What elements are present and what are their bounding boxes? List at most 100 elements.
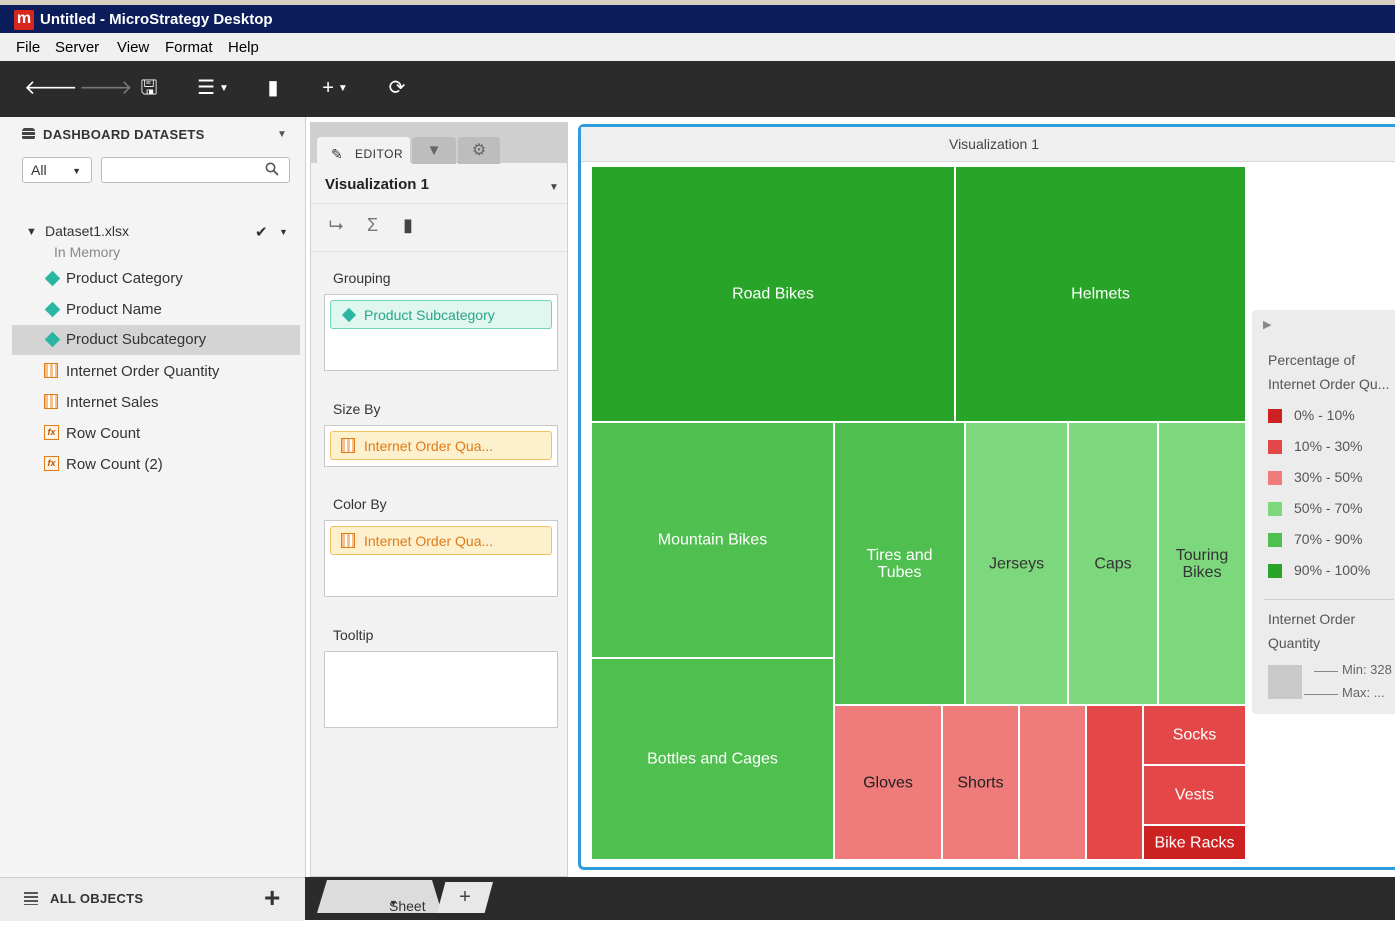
menu-help[interactable]: Help bbox=[228, 39, 259, 56]
tab-sheet-1[interactable]: Sheet 1 ▼ bbox=[317, 880, 442, 913]
tile-label: Bottles and Cages bbox=[647, 750, 778, 768]
legend-size-box bbox=[1268, 665, 1302, 699]
treemap-tile-mountain-bikes[interactable]: Mountain Bikes bbox=[591, 422, 834, 658]
undo-icon[interactable]: 🡐 bbox=[24, 73, 78, 103]
tile-label: Jerseys bbox=[988, 555, 1045, 572]
object-item-row-count[interactable]: fx Row Count bbox=[12, 419, 300, 449]
tile-label: Shorts bbox=[957, 774, 1004, 791]
size-by-label: Size By bbox=[333, 401, 381, 417]
menu-server[interactable]: Server bbox=[55, 39, 99, 56]
search-icon bbox=[265, 162, 279, 176]
object-item-internet-sales[interactable]: Internet Sales bbox=[12, 388, 300, 418]
size-by-pill[interactable]: Internet Order Qua... bbox=[330, 431, 552, 460]
visualization-menu-chevron-icon[interactable]: ▼ bbox=[549, 182, 559, 193]
treemap-tile-unlabeled[interactable] bbox=[1086, 705, 1143, 860]
tile-label: Gloves bbox=[863, 774, 913, 791]
legend-collapse-arrow-icon[interactable]: ▶ bbox=[1263, 318, 1271, 331]
legend-divider bbox=[1264, 599, 1394, 600]
add-object-plus-icon[interactable]: + bbox=[264, 882, 280, 914]
treemap-tile-shorts[interactable]: Shorts bbox=[942, 705, 1019, 860]
dataset-search-input[interactable] bbox=[101, 157, 290, 183]
expand-triangle-icon[interactable]: ▼ bbox=[26, 226, 37, 238]
treemap-tile-caps[interactable]: Caps bbox=[1068, 422, 1158, 705]
tab-editor[interactable]: ✎ EDITOR bbox=[317, 137, 410, 164]
treemap-tile-gloves[interactable]: Gloves bbox=[834, 705, 942, 860]
add-data-icon[interactable]: ☰ ▼ bbox=[190, 73, 236, 103]
color-by-label: Color By bbox=[333, 496, 387, 512]
legend-swatch bbox=[1268, 564, 1282, 578]
legend-size-title-line: Quantity bbox=[1268, 635, 1321, 651]
treemap-tile-road-bikes[interactable]: Road Bikes bbox=[591, 166, 955, 422]
all-objects-footer[interactable]: ALL OBJECTS + bbox=[0, 877, 305, 921]
datasets-panel: DASHBOARD DATASETS ▼ All ▼ ▼ Dataset1.xl… bbox=[0, 117, 306, 921]
redo-icon[interactable]: 🡒 bbox=[79, 73, 133, 103]
treemap-tile-bike-racks[interactable]: Bike Racks bbox=[1143, 825, 1246, 860]
legend-label: 90% - 100% bbox=[1294, 562, 1371, 578]
color-by-pill[interactable]: Internet Order Qua... bbox=[330, 526, 552, 555]
legend-label: 50% - 70% bbox=[1294, 500, 1363, 516]
object-label: Internet Order Quantity bbox=[66, 363, 220, 380]
attribute-icon bbox=[44, 331, 61, 348]
datasets-menu-chevron-icon[interactable]: ▼ bbox=[277, 129, 287, 140]
metric-icon bbox=[341, 533, 355, 548]
dataset-menu-chevron-icon[interactable]: ▼ bbox=[279, 227, 288, 237]
treemap-tile-touring-bikes[interactable]: Touring Bikes bbox=[1158, 422, 1246, 705]
object-item-product-category[interactable]: Product Category bbox=[12, 264, 300, 294]
tile-label: Vests bbox=[1174, 786, 1215, 804]
color-by-dropzone[interactable]: Internet Order Qua... bbox=[324, 520, 558, 597]
sum-icon[interactable]: Σ bbox=[367, 215, 378, 236]
tooltip-dropzone[interactable] bbox=[324, 651, 558, 728]
save-icon[interactable]: 🖫 bbox=[136, 73, 162, 103]
window-title: Untitled - MicroStrategy Desktop bbox=[40, 11, 273, 28]
add-sheet-button[interactable]: + bbox=[437, 882, 493, 913]
legend-max-line bbox=[1304, 694, 1338, 695]
tile-label: Tires and Tubes bbox=[866, 546, 933, 581]
insert-icon[interactable]: + ▼ bbox=[316, 73, 354, 103]
filter-tab-icon[interactable]: ▼ bbox=[412, 137, 456, 164]
dataset-item[interactable]: ▼ Dataset1.xlsx ✔ ▼ bbox=[12, 217, 300, 247]
add-visualization-icon[interactable]: ▮ bbox=[258, 73, 288, 103]
treemap-tile-vests[interactable]: Vests bbox=[1143, 765, 1246, 825]
treemap-legend: ▶ Percentage of Internet Order Qu... 0% … bbox=[1252, 310, 1395, 714]
treemap-tile-bottles-and-cages[interactable]: Bottles and Cages bbox=[591, 658, 834, 860]
treemap-tile-helmets[interactable]: Helmets bbox=[955, 166, 1246, 422]
grouping-dropzone[interactable]: Product Subcategory bbox=[324, 294, 558, 371]
datasets-header: DASHBOARD DATASETS bbox=[22, 127, 205, 142]
visualization-title: Visualization 1 bbox=[948, 136, 1040, 152]
dataset-filter-select[interactable]: All ▼ bbox=[22, 157, 92, 183]
treemap-tile-tires-and-tubes[interactable]: Tires and Tubes bbox=[834, 422, 965, 705]
gear-icon[interactable]: ⚙ bbox=[458, 137, 500, 164]
menu-bar: File Server View Format Help bbox=[0, 33, 1395, 61]
treemap-tile-unlabeled[interactable] bbox=[1019, 705, 1086, 860]
app-logo-icon: m bbox=[14, 10, 34, 30]
object-label: Row Count bbox=[66, 425, 141, 442]
menu-file[interactable]: File bbox=[16, 39, 40, 56]
visualization-name[interactable]: Visualization 1 bbox=[325, 176, 429, 193]
tooltip-label: Tooltip bbox=[333, 627, 374, 643]
refresh-icon[interactable]: ⟳ bbox=[383, 73, 411, 103]
editor-tabstrip: ✎ EDITOR ▼ ⚙ bbox=[311, 123, 567, 164]
swap-icon[interactable]: ⮡ bbox=[329, 215, 343, 236]
visualization-titlebar: Visualization 1 bbox=[581, 127, 1395, 162]
object-item-product-name[interactable]: Product Name bbox=[12, 295, 300, 325]
visualization-type-icon[interactable]: ▮ bbox=[403, 215, 413, 236]
menu-view[interactable]: View bbox=[117, 39, 149, 56]
legend-min-line bbox=[1314, 671, 1338, 672]
tab-editor-label: EDITOR bbox=[355, 147, 404, 161]
treemap-tile-jerseys[interactable]: Jerseys bbox=[965, 422, 1068, 705]
pencil-icon: ✎ bbox=[331, 146, 343, 162]
all-objects-label: ALL OBJECTS bbox=[50, 891, 144, 906]
menu-format[interactable]: Format bbox=[165, 39, 213, 56]
size-by-dropzone[interactable]: Internet Order Qua... bbox=[324, 425, 558, 467]
sheet-tab-bar: Sheet 1 ▼ + bbox=[305, 877, 1395, 920]
tile-label: Helmets bbox=[1071, 285, 1130, 303]
tile-label: Socks bbox=[1172, 726, 1217, 744]
grouping-pill[interactable]: Product Subcategory bbox=[330, 300, 552, 329]
object-label: Row Count (2) bbox=[66, 456, 163, 473]
treemap-tile-socks[interactable]: Socks bbox=[1143, 705, 1246, 765]
checkmark-icon: ✔ bbox=[255, 224, 268, 241]
object-item-row-count-2[interactable]: fx Row Count (2) bbox=[12, 450, 300, 480]
object-item-internet-order-quantity[interactable]: Internet Order Quantity bbox=[12, 357, 300, 387]
legend-swatch bbox=[1268, 533, 1282, 547]
object-item-product-subcategory[interactable]: Product Subcategory bbox=[12, 325, 300, 355]
